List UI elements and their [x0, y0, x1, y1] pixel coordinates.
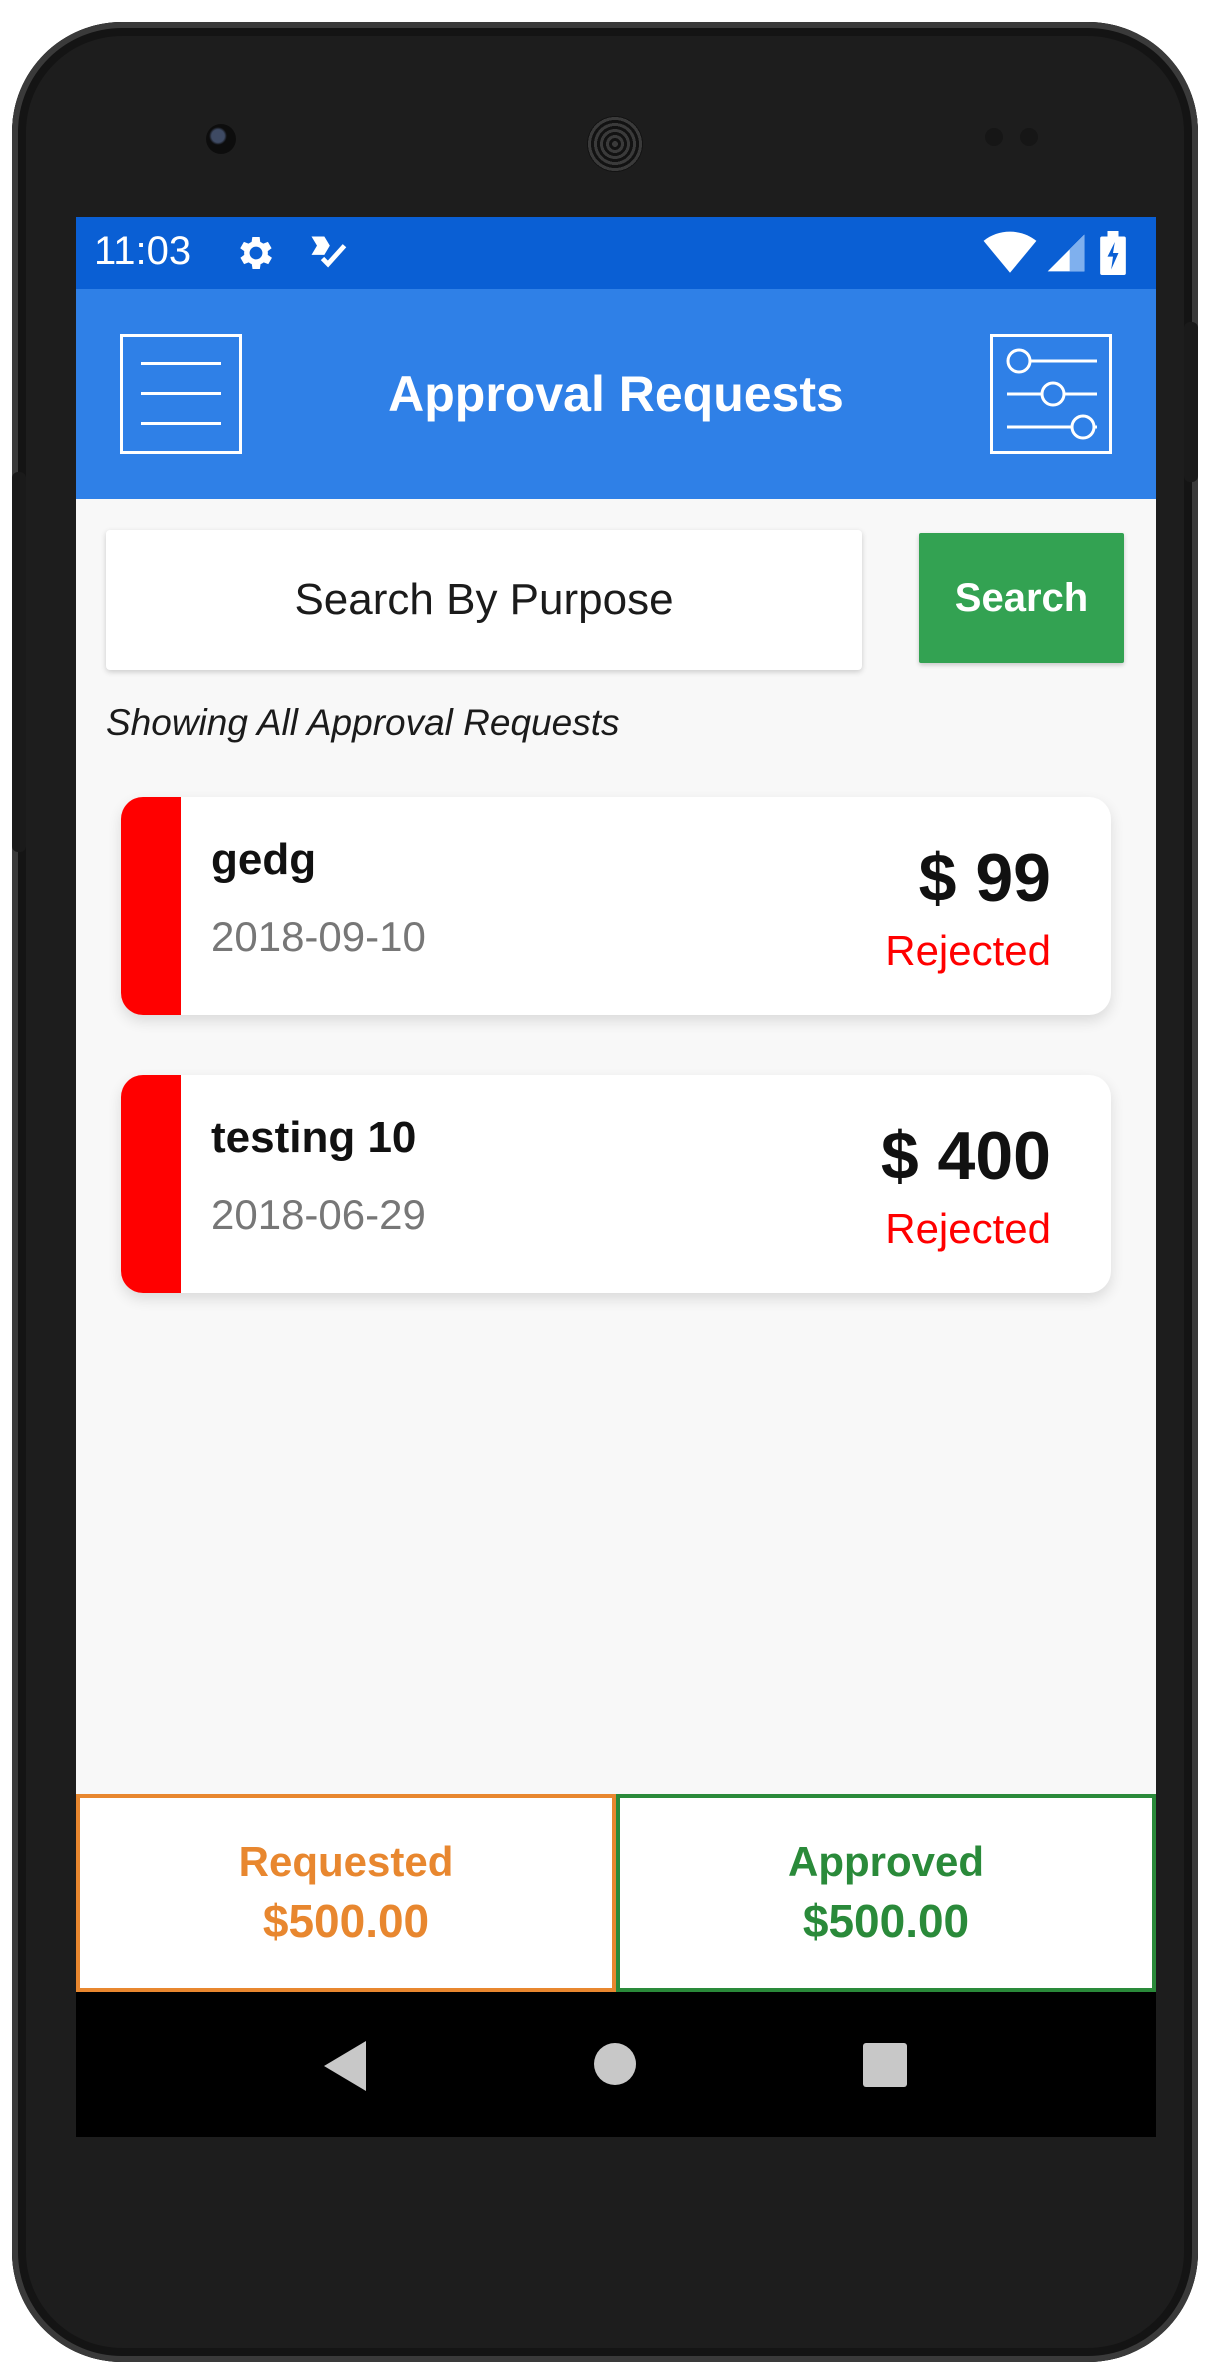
phone-power-button [1184, 322, 1198, 482]
status-bar: 11:03 [76, 217, 1156, 289]
search-input[interactable]: Search By Purpose [106, 530, 862, 670]
menu-button[interactable] [120, 334, 242, 454]
battery-charging-icon [1098, 231, 1128, 275]
requested-label: Requested [238, 1838, 454, 1885]
status-stripe [121, 1075, 181, 1293]
list-caption: Showing All Approval Requests [106, 702, 620, 743]
request-purpose: testing 10 [211, 1113, 417, 1162]
sliders-filter-icon [1006, 348, 1097, 440]
proximity-sensor [985, 128, 1003, 146]
recent-apps-icon[interactable] [863, 2043, 907, 2087]
status-time: 11:03 [94, 229, 192, 273]
approved-value: $500.00 [802, 1895, 970, 1947]
navigation-bar [76, 1992, 1156, 2137]
status-stripe [121, 797, 181, 1015]
request-status: Rejected [885, 927, 1051, 974]
requested-summary: Requested $500.00 [76, 1794, 616, 1992]
home-icon[interactable] [594, 2043, 636, 2085]
filter-button[interactable] [990, 334, 1112, 454]
screen: 11:03 Approval Requests Search By Purpos… [76, 217, 1156, 2137]
request-amount: $ 400 [880, 1118, 1051, 1194]
back-icon[interactable] [324, 2041, 366, 2091]
gear-icon [234, 231, 278, 275]
request-status: Rejected [885, 1205, 1051, 1252]
search-button[interactable]: Search [919, 533, 1124, 663]
request-date: 2018-09-10 [211, 913, 426, 960]
light-sensor [1020, 128, 1038, 146]
request-date: 2018-06-29 [211, 1191, 426, 1238]
request-card[interactable]: gedg 2018-09-10 $ 99 Rejected [121, 797, 1111, 1015]
front-camera [206, 124, 236, 154]
requested-value: $500.00 [262, 1895, 430, 1947]
task-check-icon [306, 231, 350, 275]
request-card[interactable]: testing 10 2018-06-29 $ 400 Rejected [121, 1075, 1111, 1293]
approved-label: Approved [787, 1838, 984, 1885]
request-amount: $ 99 [918, 840, 1051, 916]
signal-icon [1044, 231, 1088, 275]
wifi-icon [983, 231, 1037, 275]
phone-frame: 11:03 Approval Requests Search By Purpos… [12, 22, 1198, 2362]
approved-summary: Approved $500.00 [616, 1794, 1156, 1992]
app-bar: Approval Requests [76, 289, 1156, 499]
search-placeholder: Search By Purpose [294, 575, 674, 624]
request-purpose: gedg [211, 835, 317, 884]
earpiece-speaker [587, 116, 643, 172]
phone-side-button-left [12, 472, 26, 852]
